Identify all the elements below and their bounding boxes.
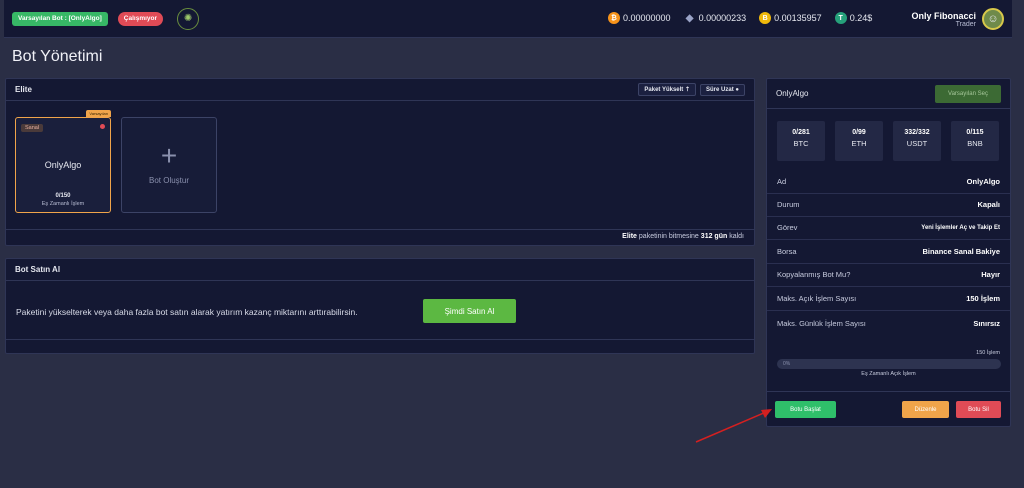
status-dot-icon (100, 124, 105, 129)
progress-caption: Eş Zamanlı Açık İşlem (861, 371, 916, 377)
delete-bot-button[interactable]: Botu Sil (956, 401, 1001, 418)
eth-coin-icon: ◆ (685, 12, 694, 24)
progress-percent: 0% (783, 361, 791, 367)
virtual-tag: Sanal (21, 124, 44, 132)
bot-stats: 0/281 BTC 0/99 ETH 332/332 USDT 0/115 BNB (777, 121, 999, 161)
detail-row-exchange: Borsa Binance Sanal Bakiye (767, 240, 1010, 264)
detail-row-max-open: Maks. Açık İşlem Sayısı 150 İşlem (767, 287, 1010, 311)
stat-usdt: 332/332 USDT (893, 121, 941, 161)
balance-bnb: B 0.00135957 (759, 12, 822, 24)
buy-bot-header: Bot Satın Al (6, 259, 754, 281)
buy-bot-title: Bot Satın Al (15, 265, 61, 274)
buy-bot-panel: Bot Satın Al Paketini yükselterek veya d… (5, 258, 755, 354)
user-role: Trader (955, 20, 976, 28)
btc-coin-icon: ₿ (608, 12, 620, 24)
default-badge: Varsayılan (86, 110, 111, 117)
buy-now-button[interactable]: Şimdi Satın Al (423, 299, 516, 323)
set-default-button[interactable]: Varsayılan Seç (935, 84, 1001, 103)
package-expiry-note: Elite paketinin bitmesine 312 gün kaldı (622, 233, 744, 240)
arrow-up-icon: ⇡ (684, 87, 691, 93)
balance-value: 0.00135957 (774, 13, 822, 23)
bot-name: OnlyAlgo (44, 160, 82, 170)
balance-value: 0.00000000 (623, 13, 671, 23)
balance-usdt: T 0.24$ (834, 12, 873, 24)
start-bot-button[interactable]: Botu Başlat (775, 401, 836, 418)
balance-value: 0.24$ (849, 13, 873, 23)
edit-bot-button[interactable]: Düzenle (902, 401, 949, 418)
stat-btc: 0/281 BTC (777, 121, 825, 161)
upgrade-package-button[interactable]: Paket Yükselt ⇡ (638, 83, 697, 96)
bot-trade-count: 0/150 (55, 193, 71, 199)
create-bot-card[interactable]: + Bot Oluştur (121, 117, 217, 213)
drop-icon: ● (735, 86, 739, 93)
detail-row-status: Durum Kapalı (767, 193, 1010, 217)
bot-detail-header: OnlyAlgo Varsayılan Seç (767, 79, 1010, 109)
bot-detail-title: OnlyAlgo (776, 89, 809, 98)
stat-bnb: 0/115 BNB (951, 121, 999, 161)
bot-trade-label: Eş Zamanlı İşlem (41, 201, 85, 207)
bnb-coin-icon: B (759, 12, 772, 24)
plus-icon: + (160, 140, 178, 171)
bot-card-onlyalgo[interactable]: Varsayılan Sanal OnlyAlgo 0/150 Eş Zaman… (15, 110, 111, 213)
open-trades-progress: 0% (777, 359, 1001, 369)
bot-detail-panel: OnlyAlgo Varsayılan Seç 0/281 BTC 0/99 ETH… (766, 78, 1011, 427)
top-bar: Varsayılan Bot : [OnlyAlgo] Çalışmıyor ✺… (4, 0, 1012, 38)
create-bot-label: Bot Oluştur (148, 176, 189, 185)
elite-title: Elite (15, 85, 32, 94)
lightbulb-icon[interactable]: ✺ (177, 7, 200, 30)
extend-duration-button[interactable]: Süre Uzat ● (700, 83, 745, 96)
detail-row-max-daily: Maks. Günlük İşlem Sayısı Sınırsız (777, 318, 1000, 328)
page-title: Bot Yönetimi (12, 48, 103, 65)
usdt-coin-icon: T (834, 12, 847, 24)
detail-row-copied: Kopyalanmış Bot Mu? Hayır (767, 263, 1010, 287)
stat-eth: 0/99 ETH (835, 121, 883, 161)
balance-value: 0.00000233 (698, 13, 747, 23)
progress-max-label: 150 İşlem (976, 350, 1000, 356)
buy-bot-description: Paketini yükselterek veya daha fazla bot… (16, 307, 358, 317)
detail-row-name: Ad OnlyAlgo (767, 170, 1010, 194)
avatar[interactable]: ☺ (982, 8, 1004, 30)
elite-panel-header: Elite Paket Yükselt ⇡ Süre Uzat ● (6, 79, 754, 101)
default-bot-badge[interactable]: Varsayılan Bot : [OnlyAlgo] (12, 11, 108, 26)
wallet-balances: ₿ 0.00000000 ◆ 0.00000233 B 0.00135957 T… (608, 12, 885, 24)
balance-btc: ₿ 0.00000000 (608, 12, 671, 24)
balance-eth: ◆ 0.00000233 (684, 12, 747, 24)
detail-row-task: Görev Yeni İşlemler Aç ve Takip Et (767, 216, 1010, 240)
user-menu[interactable]: Only Fibonacci Trader ☺ (911, 8, 1004, 30)
elite-panel: Elite Paket Yükselt ⇡ Süre Uzat ● Varsay… (5, 78, 755, 246)
user-name: Only Fibonacci (911, 10, 976, 21)
annotation-arrow-icon (695, 409, 772, 443)
bot-status-badge[interactable]: Çalışmıyor (117, 11, 164, 26)
